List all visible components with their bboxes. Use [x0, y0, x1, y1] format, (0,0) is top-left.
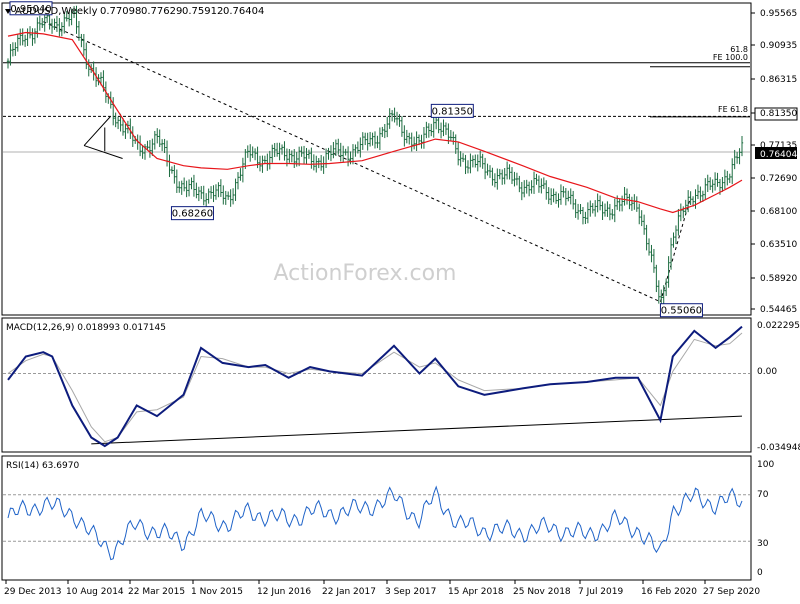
price-ytick: 0.86315	[760, 75, 797, 85]
chart-background	[0, 0, 800, 600]
price-label-text: 0.68260	[172, 209, 213, 220]
price-ytick: 0.68100	[760, 207, 797, 217]
price-ytick: 0.58920	[760, 274, 797, 284]
chart-header: AUDUSD,Weekly 0.77098 0.77629 0.75912 0.…	[5, 6, 264, 17]
chart-window: ActionForex.com 0.95040 0.68260 0.81350 0.5…	[0, 0, 800, 600]
rsi-ytick: 70	[757, 490, 769, 500]
macd-ytick: 0.00	[757, 367, 777, 377]
fib-label-1: FE 100.0	[713, 53, 748, 62]
price-ytick: 0.72690	[760, 174, 797, 184]
price-ytick: 0.90935	[760, 41, 797, 51]
price-ytick: 0.95565	[760, 9, 797, 19]
x-tick-label: 7 Jul 2019	[578, 587, 623, 597]
ohlc-high: 0.77629	[141, 6, 182, 17]
chart-svg: ActionForex.com 0.950400.682600.813500.5…	[0, 0, 800, 600]
price-label-2: 0.81350	[430, 103, 474, 118]
price-label-1: 0.68260	[170, 206, 214, 221]
price-label-text: 0.81350	[432, 106, 473, 117]
x-tick-label: 29 Dec 2013	[4, 587, 62, 597]
watermark: ActionForex.com	[274, 261, 457, 286]
macd-ytick: -0.034948	[757, 443, 800, 453]
price-ytick: 0.81350	[760, 109, 797, 119]
rsi-ytick: 30	[757, 539, 769, 549]
x-tick-label: 3 Sep 2017	[385, 587, 436, 597]
rsi-ytick: 100	[757, 460, 774, 470]
x-tick-label: 25 Nov 2018	[513, 587, 571, 597]
price-label-3: 0.55060	[659, 303, 703, 318]
x-tick-label: 22 Jan 2017	[322, 587, 376, 597]
x-tick-label: 10 Aug 2014	[66, 587, 124, 597]
price-ytick: 0.63510	[760, 240, 797, 250]
x-tick-label: 15 Apr 2018	[448, 587, 504, 597]
macd-title: MACD(12,26,9) 0.018993 0.017145	[6, 323, 166, 333]
rsi-ytick: 0	[757, 568, 763, 578]
macd-ytick: 0.022295	[757, 321, 800, 331]
symbol-label: AUDUSD,Weekly	[15, 6, 98, 17]
last-price-text: 0.76404	[760, 150, 797, 160]
rsi-title: RSI(14) 63.6970	[6, 461, 79, 471]
fib-label-2: FE 61.8	[718, 105, 748, 114]
price-label-text: 0.55060	[661, 306, 702, 317]
x-tick-label: 22 Mar 2015	[128, 587, 185, 597]
x-tick-label: 16 Feb 2020	[641, 587, 697, 597]
x-tick-label: 12 Jun 2016	[257, 587, 311, 597]
x-tick-label: 27 Sep 2020	[703, 587, 760, 597]
x-tick-label: 1 Nov 2015	[191, 587, 243, 597]
ohlc-low: 0.75912	[182, 6, 223, 17]
price-ytick: 0.54465	[760, 305, 797, 315]
ohlc-open: 0.77098	[100, 6, 141, 17]
ohlc-close: 0.76404	[223, 6, 264, 17]
